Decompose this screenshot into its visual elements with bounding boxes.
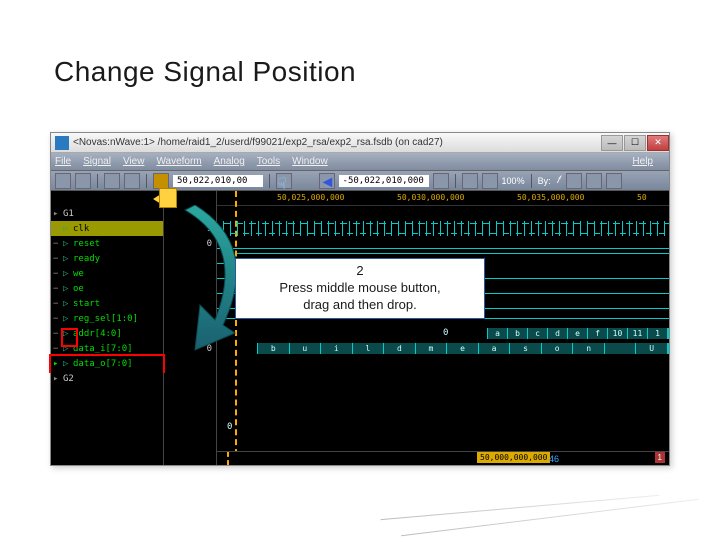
bus-cell: a — [479, 343, 511, 354]
next-icon[interactable] — [433, 173, 449, 189]
wave-data-i[interactable]: buildmeasonU — [217, 341, 669, 356]
by-formula-icon[interactable]: 𝑓 — [557, 175, 560, 186]
close-button[interactable]: ✕ — [647, 135, 669, 151]
slide-deco-line — [380, 495, 659, 520]
zoom-in-icon[interactable] — [462, 173, 478, 189]
bus-cell: n — [573, 343, 605, 354]
wave-clk[interactable] — [217, 221, 669, 236]
menu-window[interactable]: Window — [292, 156, 328, 167]
tool-next-edge-icon[interactable] — [586, 173, 602, 189]
tool-undo-icon[interactable] — [55, 173, 71, 189]
menu-waveform[interactable]: Waveform — [156, 156, 201, 167]
group-g2[interactable]: ▸G2 — [51, 371, 163, 386]
menubar: File Signal View Waveform Analog Tools W… — [51, 153, 669, 171]
bus-cell: m — [416, 343, 448, 354]
bus-cell: b — [508, 328, 528, 339]
bus-cell: 1 — [648, 328, 668, 339]
bus-cell: o — [542, 343, 574, 354]
tool-redo-icon[interactable] — [75, 173, 91, 189]
bus-cell: e — [447, 343, 479, 354]
maximize-button[interactable]: ☐ — [624, 135, 646, 151]
bus-cell — [605, 343, 637, 354]
callout-line2: drag and then drop. — [242, 297, 478, 314]
app-icon — [55, 136, 69, 150]
signal-reg-sel[interactable]: −▷reg_sel[1:0] — [51, 311, 163, 326]
signal-start[interactable]: −▷start — [51, 296, 163, 311]
window-titlebar[interactable]: <Novas:nWave:1> /home/raid1_2/userd/f990… — [51, 133, 669, 153]
bus-cell: i — [321, 343, 353, 354]
drop-target-marker — [63, 330, 76, 345]
group-g1[interactable]: ▸G1 — [51, 206, 163, 221]
menu-analog[interactable]: Analog — [214, 156, 245, 167]
cursor-marker-icon[interactable] — [153, 173, 169, 189]
bus-cell: l — [353, 343, 385, 354]
bus-cell: a — [488, 328, 508, 339]
menu-file[interactable]: File — [55, 156, 71, 167]
callout-step: 2 — [242, 263, 478, 280]
signal-data-o[interactable]: ▸▷data_o[7:0] — [51, 356, 163, 371]
bus-cell: f — [588, 328, 608, 339]
prev-icon[interactable]: ◄ — [319, 173, 335, 189]
bus-cell: U — [636, 343, 668, 354]
tool-prev-edge-icon[interactable] — [566, 173, 582, 189]
wave-spare[interactable]: 0 — [217, 420, 669, 435]
menu-view[interactable]: View — [123, 156, 145, 167]
menu-help[interactable]: Help — [632, 156, 653, 167]
tool-generic-icon[interactable] — [124, 173, 140, 189]
drag-cursor-icon — [155, 188, 179, 210]
menu-tools[interactable]: Tools — [257, 156, 280, 167]
toolbar: 50,022,010,00 ☟ ◄ -50,022,010,000 100% B… — [51, 171, 669, 191]
cursor-time-field[interactable]: 50,022,010,00 — [173, 175, 263, 187]
time-ruler[interactable]: 50,025,000,000 50,030,000,000 50,035,000… — [217, 191, 669, 206]
menu-signal[interactable]: Signal — [83, 156, 111, 167]
minimize-button[interactable]: — — [601, 135, 623, 151]
signal-name-panel[interactable]: ▸G1 −▷clk −▷reset −▷ready −▷we −▷oe −▷st… — [51, 191, 164, 465]
delta-time-field[interactable]: -50,022,010,000 — [339, 175, 429, 187]
instruction-callout: 2 Press middle mouse button, drag and th… — [235, 258, 485, 319]
page-number: 46 — [549, 454, 559, 464]
hand-icon[interactable]: ☟ — [276, 173, 292, 189]
wave-addr[interactable]: 0 abcdef10111 — [217, 326, 669, 341]
by-label: By: — [538, 176, 551, 186]
zoom-level: 100% — [502, 176, 525, 186]
bus-cell: s — [510, 343, 542, 354]
signal-ready[interactable]: −▷ready — [51, 251, 163, 266]
wave-reset[interactable] — [217, 236, 669, 251]
bottom-ruler[interactable]: 50,000,000,000 46 1 — [217, 451, 669, 465]
bus-cell: d — [548, 328, 568, 339]
tool-cut-icon[interactable] — [104, 173, 120, 189]
bus-cell: d — [384, 343, 416, 354]
tool-search-icon[interactable] — [606, 173, 622, 189]
window-title: <Novas:nWave:1> /home/raid1_2/userd/f990… — [73, 137, 600, 148]
callout-line1: Press middle mouse button, — [242, 280, 478, 297]
bus-cell: 10 — [608, 328, 628, 339]
signal-clk[interactable]: −▷clk — [51, 221, 163, 236]
slide-title: Change Signal Position — [54, 56, 356, 88]
zoom-out-icon[interactable] — [482, 173, 498, 189]
bus-cell: u — [290, 343, 322, 354]
bottom-time-marker[interactable]: 50,000,000,000 — [477, 452, 550, 463]
waveform-panel[interactable]: 50,025,000,000 50,030,000,000 50,035,000… — [217, 191, 669, 465]
bus-cell: 11 — [628, 328, 648, 339]
marker-badge[interactable]: 1 — [655, 452, 665, 463]
signal-we[interactable]: −▷we — [51, 266, 163, 281]
signal-oe[interactable]: −▷oe — [51, 281, 163, 296]
signal-reset[interactable]: −▷reset — [51, 236, 163, 251]
bus-cell: e — [568, 328, 588, 339]
bus-cell: c — [528, 328, 548, 339]
